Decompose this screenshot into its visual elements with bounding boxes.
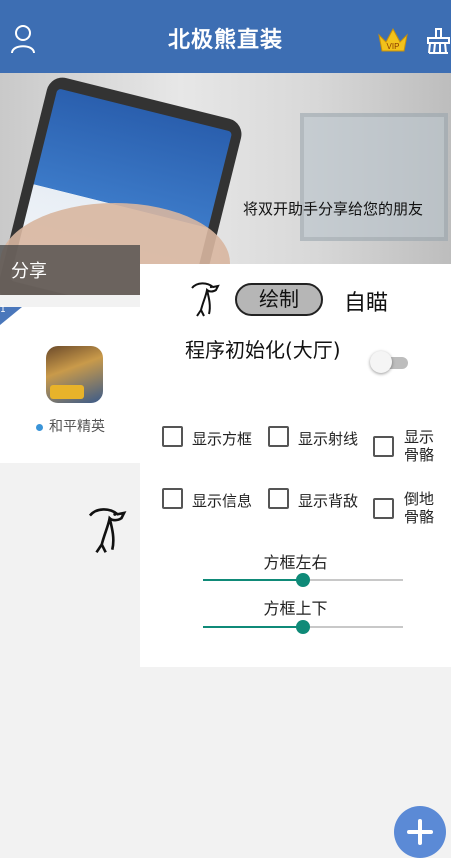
checkbox-label-show-behind-enemy: 显示背敌	[298, 492, 359, 510]
app-name-label: 和平精英	[49, 419, 105, 435]
status-dot	[36, 423, 43, 431]
checkbox-show-box[interactable]	[162, 426, 183, 447]
checkbox-show-skeleton[interactable]	[373, 436, 394, 457]
checkbox-label-show-box: 显示方框	[192, 430, 253, 448]
checkbox-downed-skeleton[interactable]	[373, 498, 394, 519]
slider-box-horizontal[interactable]	[203, 572, 403, 588]
app-icon-heping[interactable]	[46, 346, 103, 403]
aim-button[interactable]: 自瞄	[344, 285, 388, 317]
draw-button[interactable]: 绘制	[235, 283, 323, 316]
checkbox-label-show-skeleton: 显示骨骼	[404, 428, 435, 464]
banner-background-monitor	[300, 113, 448, 241]
slider-label-box-vertical: 方框上下	[263, 599, 328, 618]
checkbox-label-show-info: 显示信息	[192, 492, 253, 510]
checkbox-show-behind-enemy[interactable]	[268, 488, 289, 509]
corner-badge-count: 1	[0, 305, 6, 315]
vip-label: VIP	[387, 42, 400, 51]
toggle-thumb	[370, 351, 392, 373]
floating-bear-logo-icon[interactable]	[86, 505, 128, 555]
checkbox-label-downed-skeleton: 倒地骨骼	[404, 490, 435, 526]
top-app-bar: 北极熊直装 VIP	[0, 0, 451, 73]
slider-knob[interactable]	[296, 573, 310, 587]
slider-box-vertical[interactable]	[203, 619, 403, 635]
app-name-heping[interactable]: 和平精英	[36, 416, 105, 436]
banner-slogan: 将双开助手分享给您的朋友	[243, 200, 424, 218]
app-icon-badge	[50, 385, 84, 399]
add-app-button[interactable]	[394, 806, 446, 858]
vip-crown-icon[interactable]: VIP	[377, 27, 409, 53]
checkbox-label-show-ray: 显示射线	[298, 430, 359, 448]
slider-knob[interactable]	[296, 620, 310, 634]
share-button[interactable]: 分享	[0, 245, 140, 295]
slider-label-box-horizontal: 方框左右	[263, 553, 328, 572]
bear-logo-icon[interactable]	[189, 280, 221, 318]
share-banner[interactable]: 将双开助手分享给您的朋友 分享	[0, 73, 451, 295]
init-label: 程序初始化(大厅)	[185, 338, 341, 362]
checkbox-show-ray[interactable]	[268, 426, 289, 447]
corner-badge: 1	[0, 305, 22, 325]
checkbox-show-info[interactable]	[162, 488, 183, 509]
clean-icon[interactable]	[426, 28, 451, 54]
init-toggle[interactable]	[370, 351, 408, 373]
